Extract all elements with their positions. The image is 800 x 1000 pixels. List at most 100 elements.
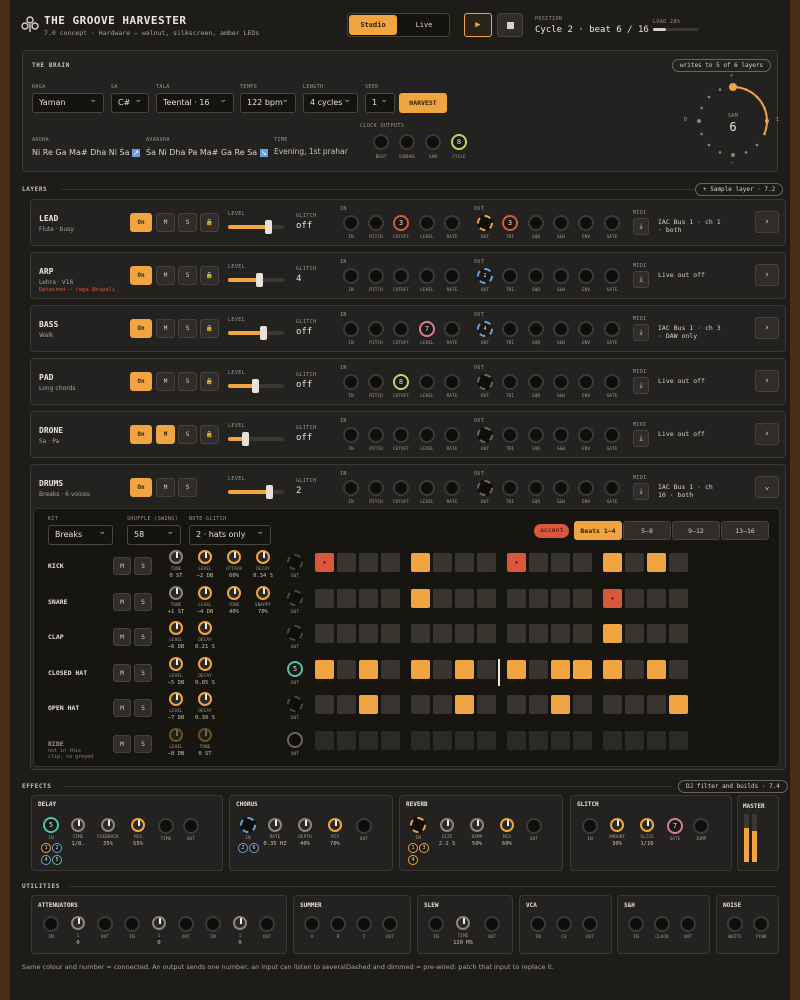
jack-out-s&h[interactable] — [553, 374, 569, 390]
att-jack[interactable] — [97, 916, 113, 932]
step-cell[interactable] — [433, 589, 452, 608]
glitch-jump-jack[interactable] — [693, 818, 709, 834]
length-select[interactable]: 4 cycles — [303, 93, 358, 113]
midi-route[interactable]: Live out off — [658, 271, 722, 279]
voice-out-jack[interactable] — [287, 625, 303, 641]
layer-expand-button[interactable]: › — [755, 370, 779, 392]
jack-out-env[interactable] — [578, 321, 594, 337]
layer-solo-button[interactable]: S — [178, 213, 197, 232]
layer-lock-button[interactable]: 🔒 — [200, 425, 219, 444]
step-cell[interactable] — [315, 624, 334, 643]
jack-in-in[interactable] — [343, 427, 359, 443]
step-cell[interactable] — [625, 553, 644, 572]
page-tab-4[interactable]: 13–16 — [721, 521, 769, 540]
step-cell[interactable] — [603, 695, 622, 714]
layer-expand-button[interactable]: › — [755, 211, 779, 233]
jack-in-level[interactable] — [419, 427, 435, 443]
step-cell[interactable] — [507, 660, 526, 679]
jack-out-env[interactable] — [578, 215, 594, 231]
jack-out-sqr[interactable] — [528, 321, 544, 337]
step-cell[interactable] — [411, 695, 430, 714]
voice-solo-button[interactable]: S — [134, 735, 152, 753]
chorus-knob-depth[interactable] — [298, 818, 312, 832]
page-tab-2[interactable]: 5–8 — [623, 521, 671, 540]
step-cell[interactable] — [529, 624, 548, 643]
step-cell[interactable] — [433, 695, 452, 714]
jack-in-in[interactable] — [343, 268, 359, 284]
step-cell[interactable] — [529, 553, 548, 572]
level-slider[interactable] — [228, 273, 284, 287]
chorus-knob-rate[interactable] — [268, 818, 282, 832]
step-cell[interactable] — [625, 695, 644, 714]
seed-input[interactable]: 1 — [365, 93, 395, 113]
step-cell[interactable] — [477, 589, 496, 608]
mode-studio-button[interactable]: Studio — [349, 15, 397, 35]
voice-mute-button[interactable]: M — [113, 699, 131, 717]
layer-expand-button[interactable]: ⌄ — [755, 476, 779, 498]
layer-lock-button[interactable]: 🔒 — [200, 213, 219, 232]
jack-in-cutoff[interactable]: 8 — [393, 374, 409, 390]
jack-in-pitch[interactable] — [368, 215, 384, 231]
layer-mute-button[interactable]: M — [156, 425, 175, 444]
midi-download-button[interactable]: ⤓ — [633, 218, 649, 235]
delay-knob-mix[interactable] — [131, 818, 145, 832]
vca-jack-in[interactable] — [530, 916, 546, 932]
step-cell[interactable] — [455, 553, 474, 572]
clock-jack-vibhag[interactable] — [399, 134, 415, 150]
drum-knob-level[interactable] — [169, 657, 183, 671]
step-cell[interactable] — [359, 589, 378, 608]
reverb-knob-size[interactable] — [440, 818, 454, 832]
jack-out-env[interactable] — [578, 374, 594, 390]
step-cell[interactable] — [551, 695, 570, 714]
glitch-gate-jack[interactable]: 7 — [667, 818, 683, 834]
layer-expand-button[interactable]: › — [755, 317, 779, 339]
jack-out-gate[interactable] — [604, 215, 620, 231]
summer-jack-out[interactable] — [382, 916, 398, 932]
step-cell[interactable] — [359, 624, 378, 643]
voice-out-jack[interactable]: 5 — [287, 661, 303, 677]
level-slider[interactable] — [228, 432, 284, 446]
glitch-value[interactable]: off — [296, 327, 312, 337]
drum-knob-attack[interactable] — [227, 550, 241, 564]
jack-out[interactable] — [477, 427, 493, 443]
step-cell[interactable] — [411, 731, 430, 750]
kit-select[interactable]: Breaks — [48, 525, 113, 545]
clock-jack-sam[interactable] — [425, 134, 441, 150]
step-cell[interactable] — [573, 553, 592, 572]
jack-in-level[interactable] — [419, 268, 435, 284]
drum-knob-level[interactable] — [169, 728, 183, 742]
drum-knob-level[interactable] — [169, 692, 183, 706]
step-cell[interactable] — [647, 695, 666, 714]
jack-out-s&h[interactable] — [553, 268, 569, 284]
step-cell[interactable] — [381, 695, 400, 714]
jack-out-tri[interactable] — [502, 268, 518, 284]
step-cell[interactable]: • — [603, 589, 622, 608]
layer-solo-button[interactable]: S — [178, 372, 197, 391]
voice-solo-button[interactable]: S — [134, 628, 152, 646]
note-glitch-select[interactable]: 2 · hats only — [189, 525, 271, 545]
voice-mute-button[interactable]: M — [113, 628, 131, 646]
jack-in-in[interactable] — [343, 215, 359, 231]
jack-in-rate[interactable] — [444, 427, 460, 443]
jack-in-rate[interactable] — [444, 268, 460, 284]
att-knob[interactable] — [71, 916, 85, 930]
drum-knob-tone[interactable] — [227, 586, 241, 600]
step-cell[interactable] — [529, 660, 548, 679]
jack-in-pitch[interactable] — [368, 427, 384, 443]
jack-in-pitch[interactable] — [368, 321, 384, 337]
att-jack[interactable] — [43, 916, 59, 932]
midi-download-button[interactable]: ⤓ — [633, 430, 649, 447]
sh-jack-in[interactable] — [628, 916, 644, 932]
step-cell[interactable] — [359, 731, 378, 750]
jack-out-gate[interactable] — [604, 480, 620, 496]
step-cell[interactable] — [337, 589, 356, 608]
step-cell[interactable] — [455, 589, 474, 608]
step-cell[interactable] — [381, 589, 400, 608]
layer-mute-button[interactable]: M — [156, 478, 175, 497]
drum-knob-decay[interactable] — [198, 621, 212, 635]
jack-in-in[interactable] — [343, 321, 359, 337]
step-cell[interactable] — [647, 660, 666, 679]
accent-toggle[interactable]: accent — [534, 524, 570, 538]
step-cell[interactable]: • — [507, 553, 526, 572]
layer-lock-button[interactable]: 🔒 — [200, 319, 219, 338]
